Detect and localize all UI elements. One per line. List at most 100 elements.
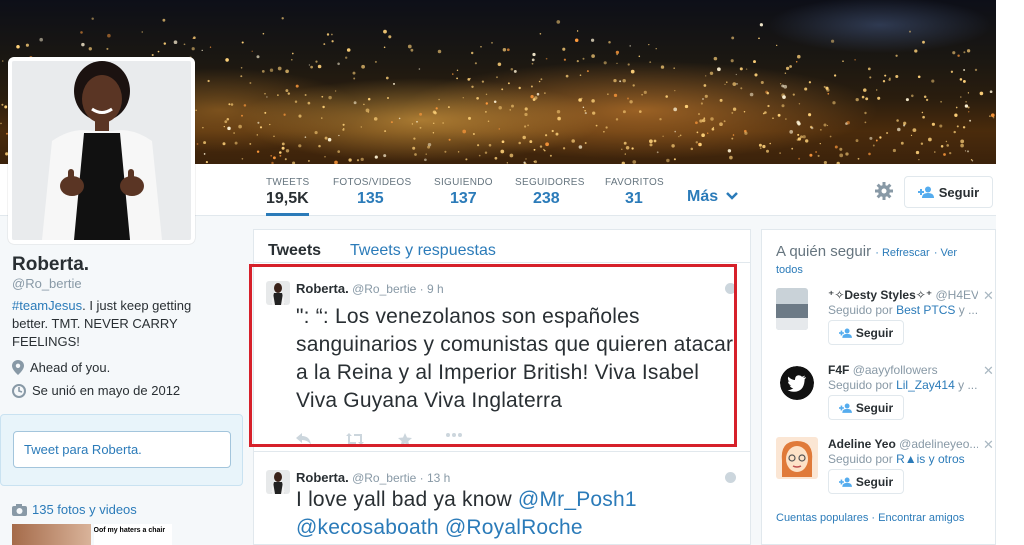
photo-thumbnail[interactable]: Oof my haters a chair [93,524,172,545]
follow-label: Seguir [938,184,980,200]
camera-icon [12,503,27,516]
profile-name: Roberta. [12,254,90,275]
who-to-follow-footer-links[interactable]: Cuentas populares · Encontrar amigos [776,512,964,524]
profile-location: Ahead of you. [12,360,110,375]
mention-link[interactable]: @Mr_Posh1 [518,488,637,511]
stat-value: 238 [533,190,560,207]
stat-label: SEGUIDORES [515,177,585,188]
stat-followers[interactable]: SEGUIDORES 238 [515,177,585,208]
suggestion-avatar[interactable] [776,437,818,479]
suggestion-followed-by: Seguido por Best PTCS y ... [828,303,978,317]
stat-following[interactable]: SIGUIENDO 137 [434,177,493,208]
location-text: Ahead of you. [30,360,111,375]
gear-icon[interactable] [874,181,894,201]
followed-by-suffix: y ... [954,378,978,392]
suggestion-name[interactable]: Adeline Yeo @adelineyeo... [828,437,978,451]
suggestion-item: F4F @aayyfollowers Seguido por Lil_Zay41… [776,363,994,433]
photo-thumbnail[interactable] [12,524,91,545]
who-to-follow-header: A quién seguir · Refrescar · Ver todos [776,244,986,278]
followed-by-link[interactable]: R▲is [896,452,925,466]
calendar-icon [12,383,26,398]
suggestion-handle: @aayyfollowers [852,363,938,377]
joined-text: Se unió en mayo de 2012 [32,383,181,398]
tweet-text: I love yall bad ya know @Mr_Posh1 @kecos… [296,486,736,542]
tab-tweets-and-replies[interactable]: Tweets y respuestas [350,242,496,260]
who-to-follow-panel: A quién seguir · Refrescar · Ver todos ⁺… [761,229,996,545]
follow-label: Seguir [855,325,894,340]
stat-photos-videos[interactable]: FOTOS/VIDEOS 135 [333,177,411,208]
profile-handle: @Ro_bertie [12,276,82,291]
suggestion-follow-button[interactable]: Seguir [828,320,904,345]
stat-tweets[interactable]: TWEETS 19,5K [266,177,310,216]
add-user-icon [917,186,934,198]
tweet-text-plain: I love yall bad ya know [296,488,518,511]
dismiss-icon[interactable]: ✕ [983,363,994,379]
stat-value: 19,5K [266,190,309,207]
suggestion-item: Adeline Yeo @adelineyeo... Seguido por R… [776,437,994,507]
avatar-thumbnail-icon [266,470,290,494]
suggestion-followed-by: Seguido por R▲is y otros [828,452,978,466]
followed-by-suffix: y ... [955,303,978,317]
suggestion-followed-by: Seguido por Lil_Zay414 y ... [828,378,978,392]
profile-bio: #teamJesus. I just keep getting better. … [12,297,212,351]
suggestion-handle: @adelineyeo... [899,437,978,451]
profile-avatar[interactable] [8,57,195,244]
add-user-icon [838,477,852,487]
suggestion-follow-button[interactable]: Seguir [828,395,904,420]
follow-label: Seguir [855,474,894,489]
suggestion-name[interactable]: F4F @aayyfollowers [828,363,978,377]
suggestion-display-name: ⁺✧Desty Styles✧⁺ [828,288,933,302]
tweet-author-handle[interactable]: @Ro_bertie [352,471,416,485]
tweet-avatar[interactable] [266,470,290,494]
dismiss-icon[interactable]: ✕ [983,288,994,304]
tweet-item[interactable]: Roberta. @Ro_bertie · 13 h I love yall b… [254,452,750,545]
suggestion-display-name: F4F [828,363,850,377]
more-label: Más [687,188,719,205]
avatar-photo [12,61,191,240]
tweet-highlight-box [249,264,737,447]
bio-hashtag-link[interactable]: #teamJesus [12,298,82,313]
stat-favorites[interactable]: FAVORITOS 31 [605,177,664,208]
followed-by-prefix: Seguido por [828,303,897,317]
suggestion-display-name: Adeline Yeo [828,437,896,451]
suggestion-avatar[interactable] [776,288,808,330]
follow-button[interactable]: Seguir [904,176,993,208]
photos-videos-link[interactable]: 135 fotos y videos [12,502,137,517]
stat-value: 137 [450,190,477,207]
follow-label: Seguir [855,400,894,415]
stat-label: FAVORITOS [605,177,665,188]
tweet-to-input[interactable]: Tweet para Roberta. [13,431,231,468]
stat-value: 31 [625,190,643,207]
dismiss-icon[interactable]: ✕ [983,437,994,453]
suggestion-item: ⁺✧Desty Styles✧⁺ @H4EV... Seguido por Be… [776,288,994,358]
add-user-icon [838,328,852,338]
followed-by-link[interactable]: Lil_Zay414 [896,378,955,392]
suggestion-photo [776,288,808,330]
more-menu[interactable]: Más [687,188,739,206]
suggestion-avatar[interactable] [780,366,814,400]
stat-label: FOTOS/VIDEOS [333,177,412,188]
suggestion-handle: @H4EV... [935,288,979,302]
stat-label: TWEETS [266,177,310,188]
suggestion-name[interactable]: ⁺✧Desty Styles✧⁺ @H4EV... [828,288,978,302]
tweet-timestamp[interactable]: · 13 h [420,471,451,485]
twitter-bird-icon [780,366,814,400]
followed-by-prefix: Seguido por [828,378,897,392]
refresh-link[interactable]: · Refrescar [875,247,929,259]
add-user-icon [838,403,852,413]
followed-by-suffix[interactable]: y otros [925,452,965,466]
followed-by-link[interactable]: Best PTCS [896,303,955,317]
who-to-follow-title: A quién seguir [776,243,872,260]
location-pin-icon [12,360,24,375]
tweet-to-box: Tweet para Roberta. [0,414,243,486]
timeline-tabs: Tweets Tweets y respuestas [254,230,750,263]
photos-videos-label: 135 fotos y videos [32,502,137,517]
mention-link[interactable]: @RoyalRoche [445,516,583,539]
page-gutter [996,0,1024,545]
suggestion-follow-button[interactable]: Seguir [828,469,904,494]
tab-tweets[interactable]: Tweets [268,242,321,260]
photo-thumbnails: Oof my haters a chair [12,524,172,545]
mention-link[interactable]: @kecosaboath [296,516,439,539]
followed-by-prefix: Seguido por [828,452,897,466]
tweet-author-name[interactable]: Roberta. [296,470,349,485]
